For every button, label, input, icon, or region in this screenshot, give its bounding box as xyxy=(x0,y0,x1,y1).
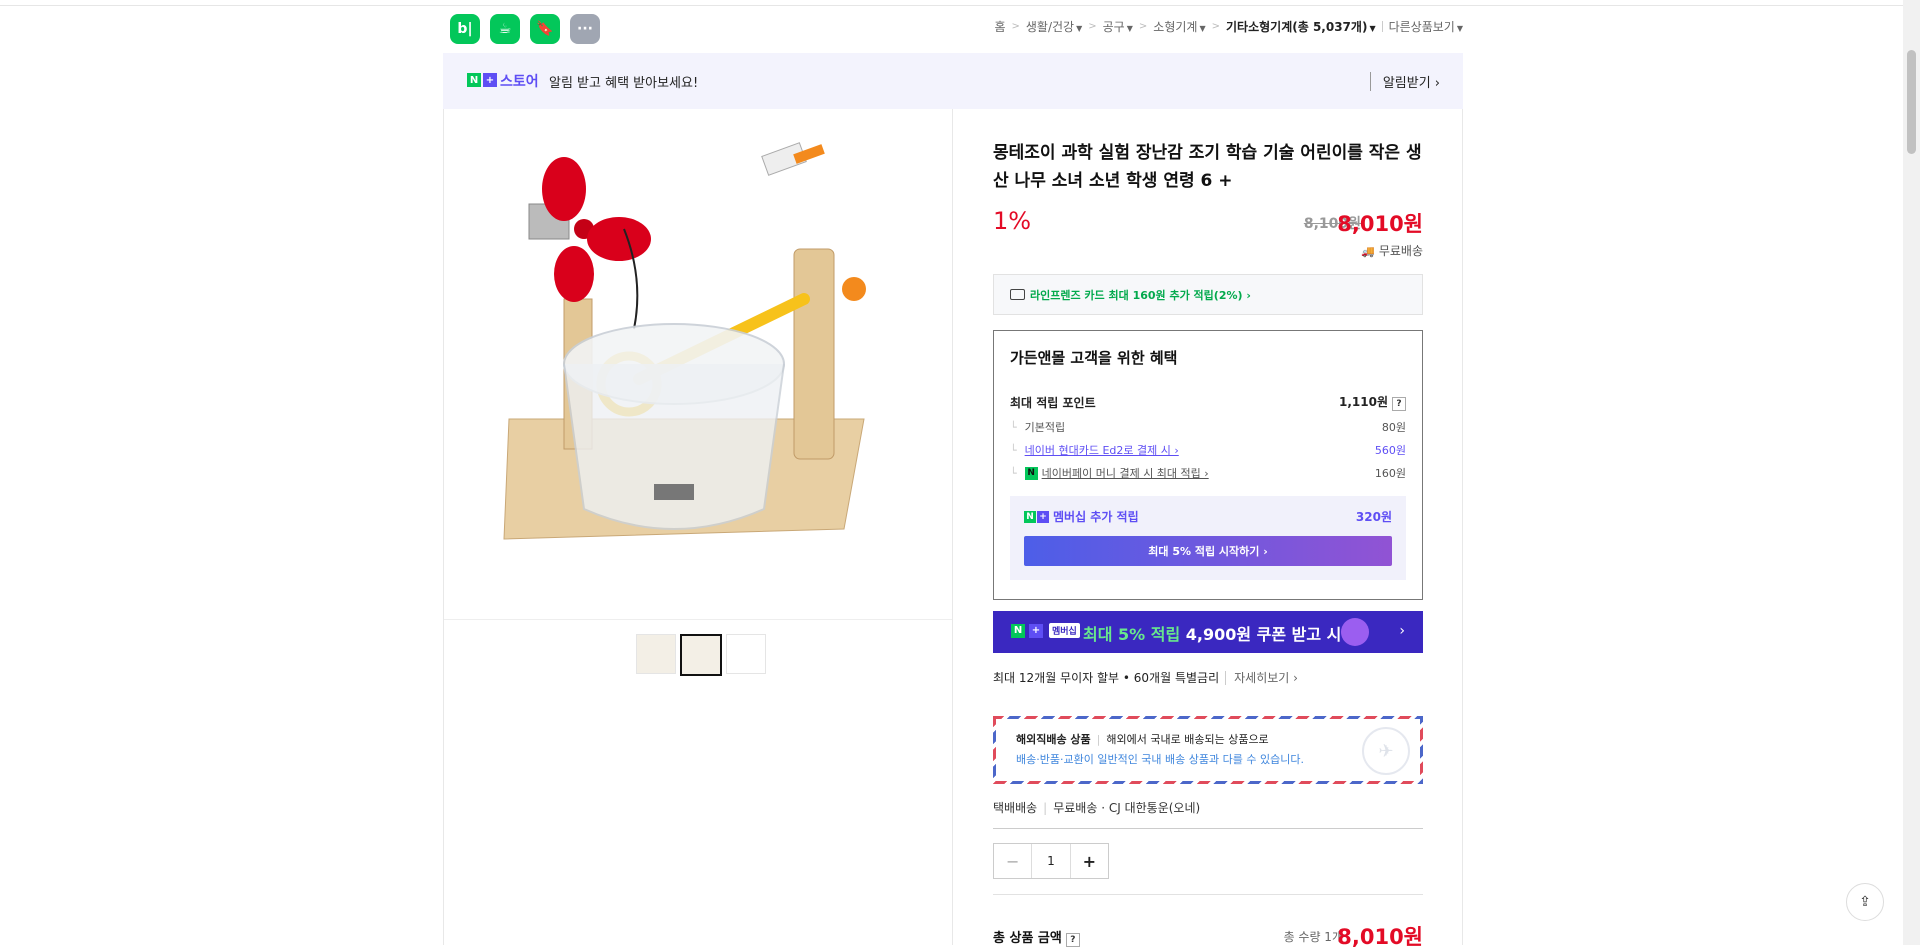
chevron-down-icon: ▼ xyxy=(1456,24,1463,33)
truck-icon: 🚚 xyxy=(1361,245,1375,258)
npay-money-row: └ N 네이버페이 머니 결제 시 최대 적립 › 160원 xyxy=(1010,465,1406,481)
scrollbar-thumb[interactable] xyxy=(1907,50,1916,154)
membership-banner[interactable]: N + 멤버십 최대 5% 적립 4,900원 쿠폰 받고 시작 › xyxy=(993,611,1423,653)
hyundai-card-link[interactable]: 네이버 현대카드 Ed2로 결제 시 › xyxy=(1025,442,1179,458)
cafe-app-icon[interactable]: ☕ xyxy=(490,14,520,44)
store-label: 스토어 xyxy=(500,74,539,90)
total-quantity: 총 수량 1개 xyxy=(1283,930,1343,944)
main-product-image[interactable] xyxy=(444,109,952,620)
breadcrumb-separator-icon: > xyxy=(1138,21,1148,32)
scrollbar[interactable] xyxy=(1903,0,1920,945)
product-title: 몽테조이 과학 실험 장난감 조기 학습 기술 어린이를 작은 생산 나무 소녀… xyxy=(993,143,1422,191)
divider xyxy=(993,828,1423,829)
blog-app-icon[interactable]: b| xyxy=(450,14,480,44)
quantity-stepper: − 1 + xyxy=(993,843,1109,879)
npay-money-link[interactable]: 네이버페이 머니 결제 시 최대 적립 › xyxy=(1042,465,1209,481)
banner-logo: N + 멤버십 xyxy=(1011,623,1080,638)
notice-text: 알림 받고 혜택 받아보세요! xyxy=(549,76,699,91)
naver-plus-logo: N + xyxy=(467,73,497,87)
naver-plus-icon: N + xyxy=(1024,510,1049,523)
more-apps-icon[interactable]: ··· xyxy=(570,14,600,44)
credit-card-icon xyxy=(1010,289,1025,300)
thumbnail-2-selected[interactable] xyxy=(680,634,722,676)
installment-detail-link[interactable]: 자세히보기 › xyxy=(1225,671,1298,685)
breadcrumb-separator-icon: > xyxy=(1011,21,1020,32)
breadcrumb-current-category[interactable]: 기타소형기계(총 5,037개) ▼ xyxy=(1226,18,1376,35)
hyundai-card-row: └ 네이버 현대카드 Ed2로 결제 시 › 560원 xyxy=(1010,442,1406,458)
overseas-shipping-notice: 해외직배송 상품 | 해외에서 국내로 배송되는 상품으로 배송·반품·교환이 일반… xyxy=(993,716,1423,784)
breadcrumb: 홈 > 생활/건강 ▼ > 공구 ▼ > 소형기계 ▼ > 기타소형기계(총 5,03… xyxy=(994,18,1463,35)
benefit-title: 가든앤몰 고객을 위한 혜택 xyxy=(1010,349,1178,367)
total-label: 총 상품 금액? xyxy=(993,927,1080,947)
max-points-row: 최대 적립 포인트 1,110원? xyxy=(1010,393,1406,411)
card-benefit-bar[interactable]: 라인프렌즈 카드 최대 160원 추가 적립(2%) › xyxy=(993,274,1423,315)
airplane-stamp-icon: ✈ xyxy=(1362,727,1410,775)
card-benefit-text: 라인프렌즈 카드 최대 160원 추가 적립(2%) › xyxy=(1030,289,1251,302)
chevron-right-icon: › xyxy=(1399,623,1405,639)
shipping-info: 🚚 무료배송 xyxy=(1361,244,1423,258)
breadcrumb-separator-icon: > xyxy=(1211,21,1220,32)
gift-icon xyxy=(1341,618,1369,646)
membership-box: N + 멤버십 추가 적립 320원 최대 5% 적립 시작하기 › xyxy=(1010,496,1406,580)
subscribe-alarm-button[interactable]: 알림받기 › xyxy=(1369,72,1440,91)
overseas-warning: 배송·반품·교환이 일반적인 국내 배송 상품과 다를 수 있습니다. xyxy=(1016,753,1304,766)
product-photo xyxy=(503,142,866,540)
benefit-box: 가든앤몰 고객을 위한 혜택 최대 적립 포인트 1,110원? └ 기본적립 8… xyxy=(993,330,1423,600)
breadcrumb-divider xyxy=(1381,21,1383,32)
chevron-down-icon: ▼ xyxy=(1369,24,1376,33)
thumbnail-1[interactable] xyxy=(636,634,676,674)
quantity-value[interactable]: 1 xyxy=(1032,844,1069,878)
notification-bar: N + 스토어 알림 받고 혜택 받아보세요! 알림받기 › xyxy=(443,53,1463,109)
discount-rate: 1% xyxy=(993,207,1032,235)
breadcrumb-health[interactable]: 생활/건강 ▼ xyxy=(1026,18,1082,35)
divider xyxy=(993,894,1423,895)
breadcrumb-home[interactable]: 홈 xyxy=(994,18,1005,35)
page-container: b| ☕ 🔖 ··· 홈 > 생활/건강 ▼ > 공구 ▼ > 소형기계 ▼ > 기타… xyxy=(443,0,1463,949)
product-image-column xyxy=(443,109,953,945)
increase-quantity-button[interactable]: + xyxy=(1069,844,1108,878)
membership-value: 320원 xyxy=(1355,510,1392,524)
banner-headline: 최대 5% 적립 4,900원 쿠폰 받고 시작 xyxy=(1083,625,1357,644)
start-membership-button[interactable]: 최대 5% 적립 시작하기 › xyxy=(1024,536,1392,566)
membership-label: N + 멤버십 추가 적립 xyxy=(1024,508,1139,525)
breadcrumb-small-machine[interactable]: 소형기계 ▼ xyxy=(1153,18,1205,35)
app-shortcuts: b| ☕ 🔖 ··· xyxy=(450,14,600,44)
thumbnail-3[interactable] xyxy=(726,634,766,674)
help-icon[interactable]: ? xyxy=(1392,397,1406,411)
breadcrumb-separator-icon: > xyxy=(1088,21,1097,32)
share-button[interactable]: ⇪ xyxy=(1846,883,1884,921)
breadcrumb-tools[interactable]: 공구 ▼ xyxy=(1103,18,1133,35)
npay-icon: N xyxy=(1024,466,1038,480)
share-icon: ⇪ xyxy=(1859,894,1871,910)
decrease-quantity-button[interactable]: − xyxy=(994,844,1033,878)
installment-info: 최대 12개월 무이자 할부 • 60개월 특별금리 자세히보기 › xyxy=(993,671,1298,685)
total-price: 8,010원 xyxy=(1337,925,1423,949)
final-price: 8,010원 xyxy=(1337,212,1423,236)
chevron-down-icon: ▼ xyxy=(1126,24,1133,33)
basic-points-row: └ 기본적립 80원 xyxy=(1010,420,1406,435)
chevron-down-icon: ▼ xyxy=(1076,24,1083,33)
delivery-info: 택배배송 | 무료배송 · CJ 대한통운(오네) xyxy=(993,801,1201,815)
thumbnail-strip xyxy=(636,634,766,676)
other-products-link[interactable]: 다른상품보기 ▼ xyxy=(1389,18,1463,35)
chevron-down-icon: ▼ xyxy=(1199,24,1206,33)
overseas-title: 해외직배송 상품 xyxy=(1016,733,1091,746)
right-column-border xyxy=(1462,109,1463,945)
bookmark-app-icon[interactable]: 🔖 xyxy=(530,14,560,44)
